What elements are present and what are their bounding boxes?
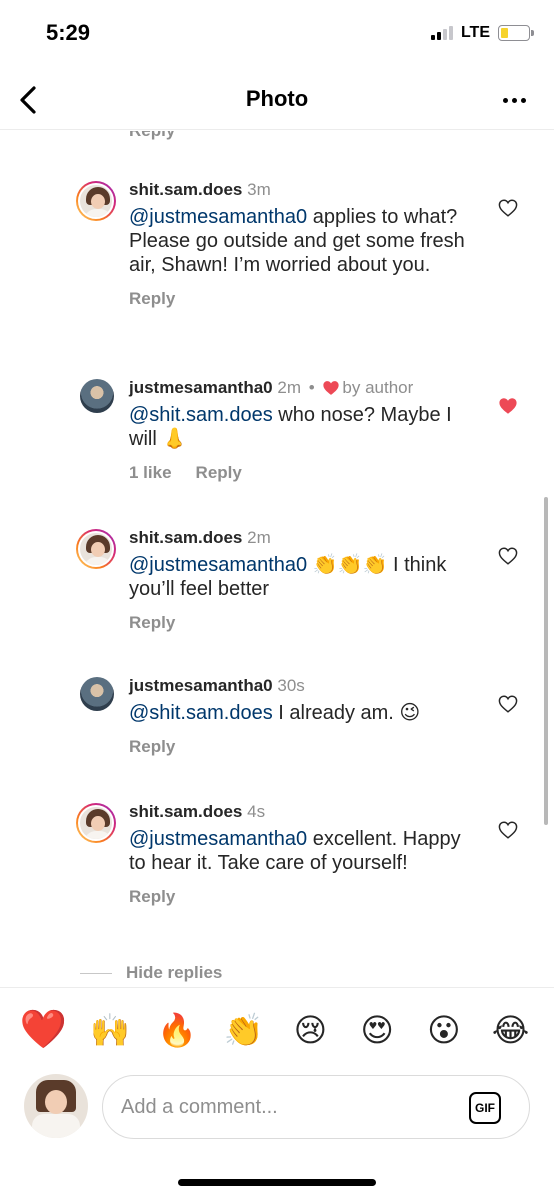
heart-outline-icon [498,821,518,839]
divider [80,972,112,974]
comment-body: I already am. 😉 [272,702,421,724]
like-button[interactable] [496,545,520,567]
heart-outline-icon [498,695,518,713]
comment-actions: Reply [129,737,479,757]
emoji-raised-hands-button[interactable]: 🙌 [86,1010,134,1050]
nav-bar: Photo [0,70,554,130]
emoji-surprised-button[interactable]: 😮 [420,1010,468,1050]
status-bar: 5:29 LTE [0,0,554,70]
separator-dot: • [308,378,315,397]
gif-button[interactable]: GIF [469,1092,501,1124]
hide-replies-label: Hide replies [126,963,223,982]
avatar[interactable] [76,803,116,843]
liked-by-author-label: by author [342,378,414,397]
comment-time: 2m [247,528,271,547]
author-heart-icon [323,381,340,395]
comment-time: 2m [277,378,301,397]
emoji-heart-button[interactable]: ❤️ [19,1010,67,1050]
scrollbar[interactable] [544,497,548,825]
emoji-fire-button[interactable]: 🔥 [153,1010,201,1050]
reply-button[interactable]: Reply [129,613,175,633]
signal-strength-icon [430,26,453,40]
mention-link[interactable]: @shit.sam.does [129,404,273,426]
heart-filled-icon [499,398,517,414]
comment-time: 30s [277,676,305,695]
current-user-avatar [24,1074,88,1138]
comment-actions: 1 like Reply [129,463,479,483]
avatar[interactable] [80,677,114,711]
heart-outline-icon [498,199,518,217]
partial-reply-button[interactable]: Reply [129,131,175,141]
reply-button[interactable]: Reply [129,737,175,757]
comment-thread[interactable]: Reply shit.sam.does 3m @justmesamantha0 … [0,131,554,987]
heart-outline-icon [498,547,518,565]
mention-link[interactable]: @justmesamantha0 [129,828,307,850]
like-button[interactable] [496,395,520,417]
battery-icon [498,25,534,41]
comment-meta: shit.sam.does 3m [129,179,479,201]
comment-text: @shit.sam.does I already am. 😉 [129,701,479,725]
comment-actions: Reply [129,887,479,907]
mention-link[interactable]: @shit.sam.does [129,702,273,724]
comment-username[interactable]: justmesamantha0 [129,676,273,695]
comment-meta: shit.sam.does 4s [129,801,479,823]
avatar[interactable] [76,529,116,569]
mention-link[interactable]: @justmesamantha0 [129,206,307,228]
network-type: LTE [460,24,490,41]
emoji-laughing-button[interactable]: 😂 [487,1010,535,1050]
battery-level [501,28,508,38]
comment-time: 3m [247,180,271,199]
comment-actions: Reply [129,289,479,309]
comment-meta: shit.sam.does 2m [129,527,479,549]
comment-text: @shit.sam.does who nose? Maybe I will 👃 [129,403,479,451]
emoji-crying-button[interactable]: 😢 [286,1010,334,1050]
comment-username[interactable]: justmesamantha0 [129,378,273,397]
more-options-button[interactable] [494,84,534,116]
comment-username[interactable]: shit.sam.does [129,528,242,547]
avatar[interactable] [76,181,116,221]
comment-time: 4s [247,802,266,821]
like-count[interactable]: 1 like [129,463,172,483]
page-title: Photo [245,86,309,111]
emoji-clap-button[interactable]: 👏 [220,1010,268,1050]
comment-input[interactable] [121,1090,451,1124]
home-indicator[interactable] [178,1179,376,1186]
comment-input-container[interactable]: GIF [102,1075,530,1139]
more-horizontal-icon [502,97,508,103]
status-time: 5:29 [46,20,91,45]
comment-actions: Reply [129,613,479,633]
reply-button[interactable]: Reply [196,463,242,483]
like-button[interactable] [496,693,520,715]
quick-emoji-bar: ❤️ 🙌 🔥 👏 😢 😍 😮 😂 [0,1006,554,1054]
reply-button[interactable]: Reply [129,289,175,309]
comment-text: @justmesamantha0 applies to what? Please… [129,205,479,277]
comment-username[interactable]: shit.sam.does [129,802,242,821]
comment-text: @justmesamantha0 excellent. Happy to hea… [129,827,479,875]
comment-text: @justmesamantha0 👏👏👏 I think you’ll feel… [129,553,479,601]
hide-replies-button[interactable]: Hide replies [80,963,222,983]
emoji-heart-eyes-button[interactable]: 😍 [353,1010,401,1050]
status-indicators: LTE [430,24,534,42]
like-button[interactable] [496,819,520,841]
reply-button[interactable]: Reply [129,887,175,907]
avatar[interactable] [80,379,114,413]
comment-username[interactable]: shit.sam.does [129,180,242,199]
comment-meta: justmesamantha0 30s [129,675,479,697]
mention-link[interactable]: @justmesamantha0 [129,554,307,576]
comment-meta: justmesamantha0 2m • by author [129,377,479,399]
comment-composer: ❤️ 🙌 🔥 👏 😢 😍 😮 😂 GIF [0,987,554,1200]
like-button[interactable] [496,197,520,219]
